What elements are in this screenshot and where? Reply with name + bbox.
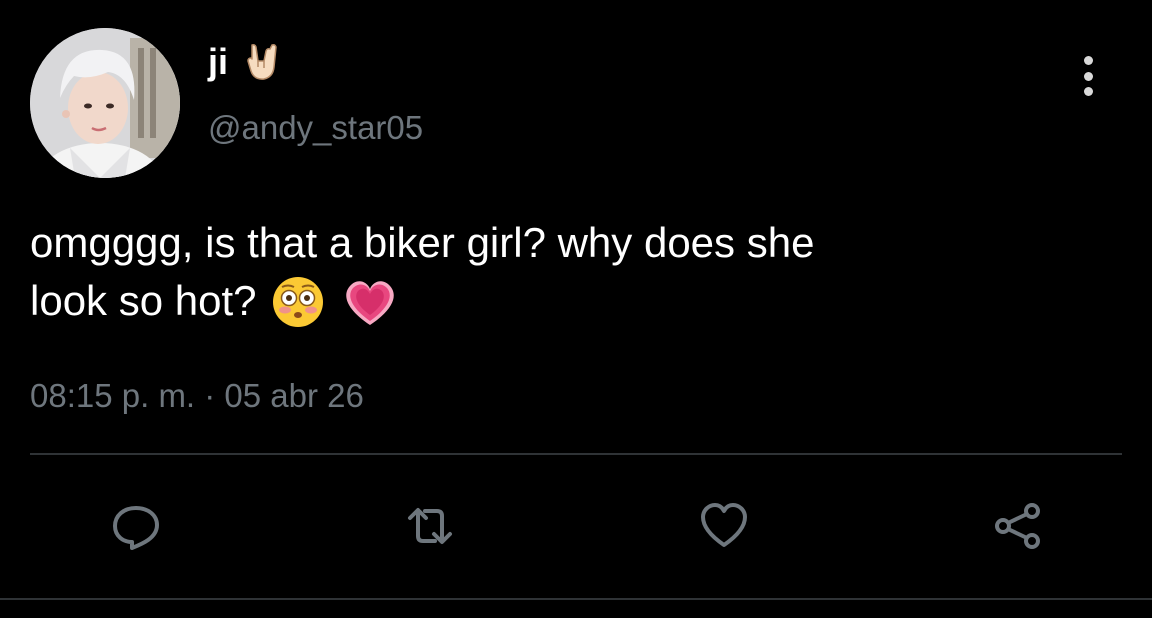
tweet-text-line-1: omgggg, is that a biker girl? why does s… [30, 219, 815, 266]
retweet-icon[interactable] [400, 496, 460, 556]
avatar[interactable] [30, 28, 180, 178]
display-name[interactable]: ji [208, 40, 284, 84]
growing-heart-emoji [346, 281, 394, 325]
like-icon[interactable] [694, 496, 754, 556]
tweet-text: omgggg, is that a biker girl? why does s… [30, 214, 1120, 330]
tweet-text-line-2: look so hot? [30, 272, 1120, 330]
tweet-text-line-2-text: look so hot? [30, 277, 257, 324]
flushed-face-emoji [273, 277, 324, 327]
bottom-divider [0, 598, 1152, 600]
user-handle[interactable]: @andy_star05 [208, 106, 423, 150]
more-options-icon[interactable] [1068, 52, 1108, 100]
divider [30, 453, 1122, 455]
sign-of-the-horns-emoji [247, 44, 277, 80]
display-name-text[interactable]: ji [208, 40, 228, 84]
share-icon[interactable] [988, 496, 1048, 556]
reply-icon[interactable] [106, 496, 166, 556]
tweet-timestamp[interactable]: 08:15 p. m. · 05 abr 26 [30, 374, 364, 418]
